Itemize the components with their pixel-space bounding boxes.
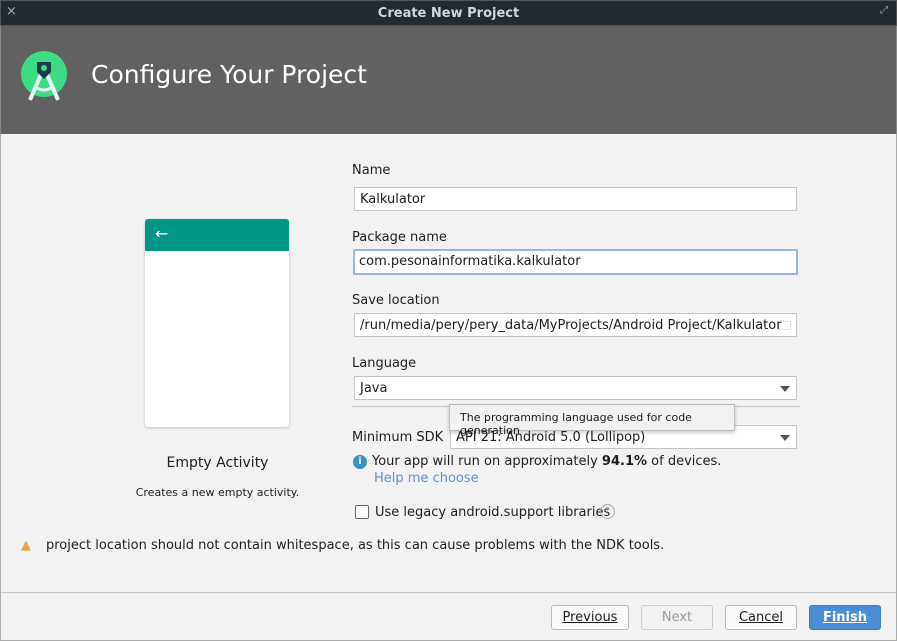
help-question-icon[interactable]: ? bbox=[600, 504, 615, 519]
template-name: Empty Activity bbox=[166, 455, 269, 471]
language-label: Language bbox=[352, 356, 417, 371]
legacy-support-label: Use legacy android.support libraries bbox=[375, 505, 611, 520]
next-button[interactable]: Next bbox=[641, 605, 713, 630]
package-label: Package name bbox=[352, 230, 447, 245]
legacy-support-checkbox[interactable] bbox=[355, 505, 369, 519]
maximize-icon[interactable]: ⤢ bbox=[880, 5, 888, 16]
name-input[interactable]: Kalkulator bbox=[354, 187, 797, 211]
template-description: Creates a new empty activity. bbox=[135, 486, 300, 499]
folder-icon[interactable]: 🗀 bbox=[778, 317, 791, 336]
warning-message: project location should not contain whit… bbox=[46, 538, 665, 553]
finish-button[interactable]: Finish bbox=[809, 605, 881, 630]
tooltip: The programming language used for code g… bbox=[449, 404, 735, 437]
language-value: Java bbox=[360, 381, 388, 396]
package-name-input[interactable]: com.pesonainformatika.kalkulator bbox=[353, 249, 798, 275]
save-location-input[interactable]: /run/media/pery/pery_data/MyProjects/And… bbox=[354, 313, 797, 337]
footer-divider bbox=[1, 592, 896, 593]
info-icon: i bbox=[353, 455, 367, 469]
chevron-down-icon bbox=[780, 386, 790, 392]
activity-preview: ← bbox=[145, 219, 289, 427]
page-title: Configure Your Project bbox=[91, 60, 367, 89]
app-bar: ← bbox=[145, 219, 289, 251]
title-bar: × Create New Project ⤢ bbox=[0, 0, 897, 26]
window-title: Create New Project bbox=[377, 6, 520, 21]
help-me-choose-link[interactable]: Help me choose bbox=[374, 471, 479, 486]
name-label: Name bbox=[352, 163, 391, 178]
back-arrow-icon: ← bbox=[155, 224, 169, 243]
device-coverage-text: Your app will run on approximately 94.1%… bbox=[372, 454, 722, 469]
min-sdk-label: Minimum SDK bbox=[352, 430, 444, 445]
android-studio-logo bbox=[21, 51, 67, 101]
language-select[interactable]: Java bbox=[354, 376, 797, 400]
cancel-button[interactable]: Cancel bbox=[725, 605, 797, 630]
chevron-down-icon bbox=[780, 435, 790, 441]
warning-icon: ▲ bbox=[21, 538, 31, 553]
previous-button[interactable]: Previous bbox=[551, 605, 629, 630]
save-location-value: /run/media/pery/pery_data/MyProjects/And… bbox=[360, 318, 782, 333]
header: Configure Your Project bbox=[0, 26, 897, 134]
save-location-label: Save location bbox=[352, 293, 440, 308]
